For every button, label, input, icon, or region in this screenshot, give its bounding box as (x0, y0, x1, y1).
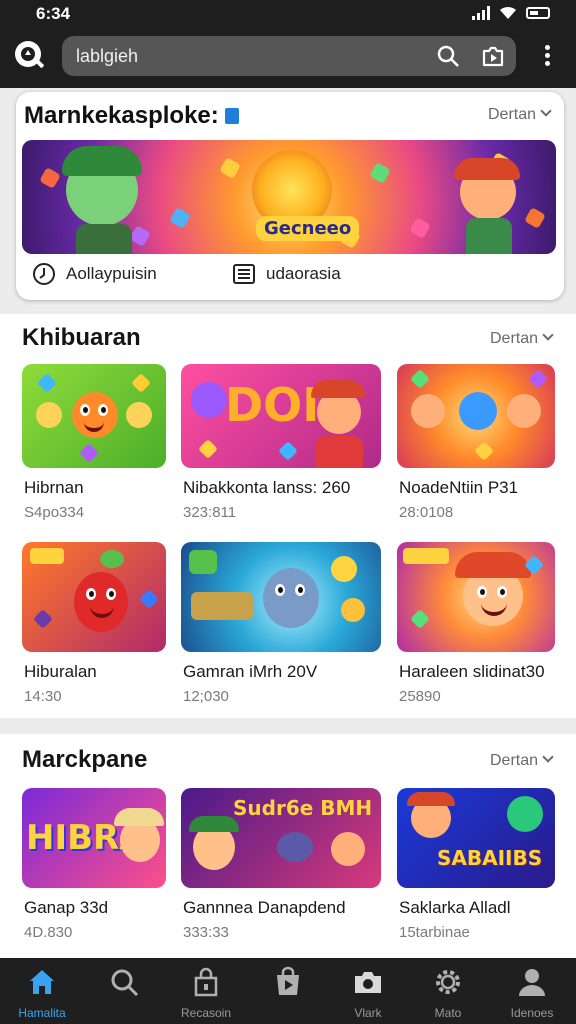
list-icon (233, 264, 255, 284)
game-tile[interactable]: Hiburalan 14:30 (22, 542, 166, 712)
game-meta: 4D.830 (24, 924, 73, 941)
game-thumbnail[interactable]: DOI (181, 364, 381, 468)
nav-recasoin[interactable]: Recasoin (166, 958, 246, 1024)
game-title: Hibrnan (24, 478, 84, 497)
section-marckpane: Marckpane Dertan HIBRA Ganap 33d 4D.830 … (0, 734, 576, 958)
status-icons (472, 6, 550, 20)
lens-logo-icon[interactable] (12, 38, 46, 72)
game-meta: 28:0108 (399, 504, 454, 521)
game-tile[interactable]: DOI Nibakkonta lanss: 260 323:811 (181, 364, 381, 534)
person-icon (519, 969, 545, 996)
wifi-icon (500, 6, 516, 20)
chevron-down-icon (542, 329, 554, 341)
game-thumbnail[interactable] (181, 542, 381, 652)
banner-character-hat (62, 146, 142, 176)
game-thumbnail[interactable] (397, 542, 555, 652)
nav-profile[interactable]: Idenoes (492, 958, 572, 1024)
featured-meta-1: Aollaypuisin (32, 262, 157, 286)
game-title: Ganap 33d (24, 898, 109, 917)
search-input[interactable]: lablgieh (76, 46, 138, 67)
game-thumbnail[interactable]: HIBRA (22, 788, 166, 888)
section-more-link[interactable]: Dertan (490, 751, 554, 770)
pin-icon (224, 108, 239, 124)
banner-text: Gecneeo (256, 216, 360, 241)
game-thumbnail[interactable]: Sudr6e BMH (181, 788, 381, 888)
search-bar[interactable]: lablgieh (62, 36, 516, 76)
nav-search[interactable] (84, 958, 164, 1024)
game-thumbnail[interactable] (397, 364, 555, 468)
game-title: Gamran iMrh 20V (183, 662, 318, 681)
game-tile[interactable]: SABAIIBS Saklarka Alladl 15tarbinae (397, 788, 555, 958)
clock-icon (33, 263, 55, 285)
status-bar: 6:34 (0, 0, 576, 26)
bottom-nav: Hamalita Recasoin Vlark Mato Idenoes (0, 958, 576, 1024)
game-tile[interactable]: HIBRA Ganap 33d 4D.830 (22, 788, 166, 958)
game-title: Haraleen slidinat30 (399, 662, 545, 681)
search-icon[interactable] (436, 44, 460, 68)
nav-home[interactable]: Hamalita (2, 958, 82, 1024)
bag-play-icon (277, 966, 299, 995)
chevron-down-icon (542, 751, 554, 763)
section-more-link[interactable]: Dertan (490, 329, 554, 348)
game-meta: 14:30 (24, 688, 62, 705)
game-title: Nibakkonta lanss: 260 (183, 478, 351, 497)
chevron-down-icon (540, 105, 552, 117)
top-bar: lablgieh (0, 26, 576, 88)
game-thumbnail[interactable] (22, 364, 166, 468)
section-khibuaran: Khibuaran Dertan Hibrnan S4po334 DOI Nib… (0, 314, 576, 718)
featured-card[interactable]: Marnkekasploke: Dertan Gecneeo Aollaypui… (16, 92, 564, 300)
featured-banner[interactable]: Gecneeo (22, 140, 556, 254)
featured-more-link[interactable]: Dertan (488, 105, 552, 124)
featured-title: Marnkekasploke: (24, 102, 239, 130)
game-meta: 12;030 (183, 688, 229, 705)
game-tile[interactable]: Sudr6e BMH Gannnea Danapdend 333:33 (181, 788, 381, 958)
camera-icon (355, 972, 381, 993)
lock-bag-icon (194, 967, 218, 997)
game-tile[interactable]: Gamran iMrh 20V 12;030 (181, 542, 381, 712)
game-thumbnail[interactable]: SABAIIBS (397, 788, 555, 888)
game-tile[interactable]: NoadeNtiin P31 28:0108 (397, 364, 555, 534)
game-tile[interactable]: Haraleen slidinat30 25890 (397, 542, 555, 712)
section-title: Khibuaran (22, 324, 141, 351)
search-icon (111, 969, 139, 997)
signal-icon (472, 6, 490, 20)
gear-icon (436, 970, 460, 994)
game-tile[interactable]: Hibrnan S4po334 (22, 364, 166, 534)
game-thumbnail[interactable] (22, 542, 166, 652)
nav-vlark[interactable]: Vlark (328, 958, 408, 1024)
section-title: Marckpane (22, 746, 148, 773)
game-title: Gannnea Danapdend (183, 898, 346, 917)
game-title: NoadeNtiin P31 (399, 478, 519, 497)
game-meta: 333:33 (183, 924, 229, 941)
battery-icon (526, 7, 550, 19)
status-time: 6:34 (36, 4, 71, 23)
game-meta: S4po334 (24, 504, 85, 521)
home-icon (30, 970, 54, 994)
nav-store[interactable] (248, 958, 328, 1024)
game-title: Saklarka Alladl (399, 898, 511, 917)
game-title: Hiburalan (24, 662, 97, 681)
featured-meta-2: udaorasia (232, 262, 341, 286)
camera-search-icon[interactable] (480, 43, 506, 69)
more-options-icon[interactable] (536, 42, 558, 72)
nav-mato[interactable]: Mato (408, 958, 488, 1024)
game-meta: 15tarbinae (399, 924, 470, 941)
game-meta: 25890 (399, 688, 441, 705)
game-meta: 323:811 (183, 504, 237, 521)
